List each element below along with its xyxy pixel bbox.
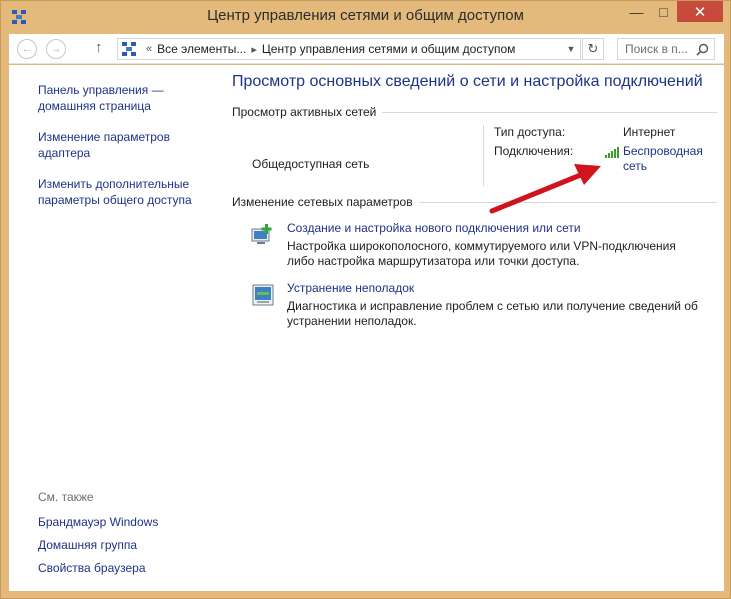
change-settings-header: Изменение сетевых параметров — [232, 195, 717, 209]
maximize-button[interactable]: □ — [650, 1, 677, 22]
section-divider — [418, 201, 717, 203]
active-networks-label: Просмотр активных сетей — [232, 105, 377, 119]
up-arrow-icon[interactable]: ↑ — [95, 39, 103, 56]
network-center-icon — [122, 42, 136, 56]
change-settings-label: Изменение сетевых параметров — [232, 195, 413, 209]
content-area: Панель управления — домашняя страница Из… — [9, 65, 724, 591]
new-connection-link[interactable]: Создание и настройка нового подключения … — [287, 221, 717, 235]
search-placeholder: Поиск в п... — [625, 42, 688, 56]
chevron-down-icon[interactable]: ▼ — [562, 39, 580, 59]
access-type-value: Интернет — [623, 125, 676, 139]
chevron-right-icon: ▸ — [251, 43, 257, 56]
network-name: Общедоступная сеть — [252, 157, 370, 171]
close-button[interactable]: ✕ — [677, 1, 723, 22]
breadcrumb-root[interactable]: Все элементы... — [157, 42, 246, 56]
troubleshoot-desc-line2: устранении неполадок. — [287, 314, 417, 328]
sidebar-link-adapter-settings[interactable]: Изменение параметров адаптера — [38, 129, 213, 161]
page-title: Просмотр основных сведений о сети и наст… — [232, 73, 703, 90]
sidebar: Панель управления — домашняя страница Из… — [38, 82, 213, 223]
access-type-label: Тип доступа: — [494, 125, 566, 139]
window: Центр управления сетями и общим доступом… — [0, 0, 731, 599]
task-new-connection: Создание и настройка нового подключения … — [232, 221, 717, 269]
main-panel: Просмотр основных сведений о сети и наст… — [232, 73, 717, 329]
refresh-button[interactable]: ↻ — [582, 38, 604, 60]
see-also-link-homegroup[interactable]: Домашняя группа — [38, 537, 213, 553]
minimize-button[interactable]: — — [623, 1, 650, 22]
troubleshoot-icon — [252, 284, 274, 306]
see-also-link-browser-properties[interactable]: Свойства браузера — [38, 560, 213, 576]
sidebar-link-control-panel-home[interactable]: Панель управления — домашняя страница — [38, 82, 213, 114]
sidebar-link-advanced-sharing[interactable]: Изменить дополнительные параметры общего… — [38, 176, 213, 208]
troubleshoot-link[interactable]: Устранение неполадок — [287, 281, 717, 295]
see-also-section: См. также Брандмауэр Windows Домашняя гр… — [38, 490, 213, 583]
vertical-divider — [483, 125, 484, 186]
search-icon[interactable] — [696, 43, 709, 56]
search-input[interactable]: Поиск в п... — [617, 38, 715, 60]
wireless-connection-link[interactable]: Беспроводная сеть — [623, 144, 703, 174]
new-connection-desc-line2: либо настройка маршрутизатора или точки … — [287, 254, 580, 268]
troubleshoot-desc-line1: Диагностика и исправление проблем с сеть… — [287, 299, 698, 313]
see-also-title: См. также — [38, 490, 94, 504]
address-bar[interactable]: « Все элементы... ▸ Центр управления сет… — [117, 38, 581, 60]
see-also-link-firewall[interactable]: Брандмауэр Windows — [38, 514, 213, 530]
wifi-signal-icon — [605, 147, 619, 158]
active-network-row: Общедоступная сеть Тип доступа: Интернет… — [232, 119, 717, 195]
back-button[interactable]: ← — [17, 39, 37, 59]
new-connection-icon — [251, 224, 272, 244]
connections-label: Подключения: — [494, 144, 574, 158]
task-troubleshoot: Устранение неполадок Диагностика и испра… — [232, 281, 717, 329]
active-networks-header: Просмотр активных сетей — [232, 105, 717, 119]
section-divider — [382, 111, 717, 113]
breadcrumb-current[interactable]: Центр управления сетями и общим доступом — [262, 42, 516, 56]
new-connection-desc-line1: Настройка широкополосного, коммутируемог… — [287, 239, 676, 253]
connection-name-line1: Беспроводная — [623, 144, 703, 158]
title-bar[interactable]: Центр управления сетями и общим доступом… — [1, 1, 730, 32]
navigation-bar: ← → ↑ « Все элементы... ▸ Центр управлен… — [9, 34, 724, 64]
breadcrumb-overflow-icon[interactable]: « — [146, 43, 152, 55]
connection-name-line2: сеть — [623, 159, 648, 173]
forward-button[interactable]: → — [46, 39, 66, 59]
window-title: Центр управления сетями и общим доступом — [207, 7, 524, 24]
